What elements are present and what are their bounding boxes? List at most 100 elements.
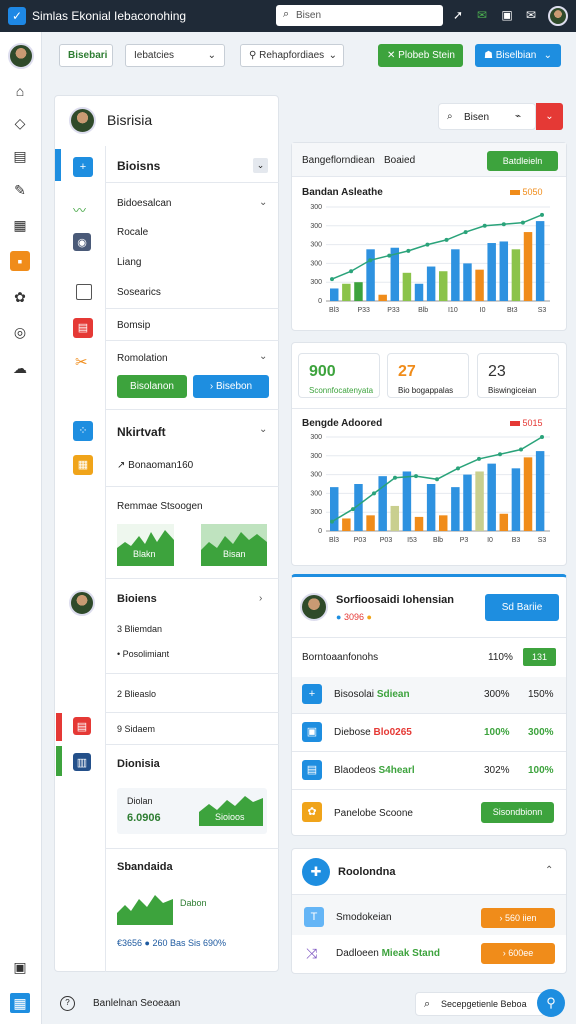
- calendar-icon[interactable]: ▦: [10, 215, 30, 235]
- chart-bar: [499, 513, 509, 531]
- s1-item-0[interactable]: Bidoesalcan: [117, 198, 171, 209]
- s1-item-3[interactable]: Sosearics: [117, 287, 161, 298]
- s4-item-0[interactable]: 3 Bliemdan: [117, 624, 162, 634]
- trend-point: [540, 212, 544, 217]
- chevron-down-icon[interactable]: ⌄: [259, 197, 267, 208]
- top-search-input[interactable]: ⌕ Bisen: [276, 5, 443, 26]
- bottom-row2-button[interactable]: › 600ee: [481, 943, 555, 964]
- layout-icon[interactable]: ▦: [10, 993, 30, 1013]
- link-icon: ⌁: [515, 111, 522, 122]
- left-panel: Bisrisia + 〰 ◉ ▤ ✂ ⁘ ▦ ▤ ▥ Bioisns ⌄ Bid…: [54, 95, 279, 972]
- chart-bar: [354, 282, 363, 301]
- tool-icon[interactable]: ✂: [75, 353, 88, 371]
- share-icon[interactable]: ➚: [450, 7, 466, 23]
- calendar-red-icon[interactable]: ▤: [73, 318, 93, 338]
- x-tick-label: P33: [357, 307, 370, 314]
- x-tick-label: I0: [480, 307, 486, 314]
- stat-value-2: 23: [488, 363, 506, 380]
- user-avatar[interactable]: [548, 6, 568, 26]
- x-tick-label: Blb: [433, 537, 443, 544]
- s1-item-4[interactable]: Bomsip: [117, 320, 150, 331]
- chevron-up-icon[interactable]: ⌃: [545, 865, 553, 876]
- app-logo-icon[interactable]: ✓: [8, 7, 26, 25]
- plobeb-stein-button[interactable]: ✕ Plobeb Stein: [378, 44, 463, 67]
- sidebar-avatar[interactable]: [8, 43, 34, 69]
- biselbian-button[interactable]: ☗ Biselbian ⌄: [475, 44, 561, 67]
- s3-item[interactable]: ↗ Bonaoman160: [117, 460, 193, 471]
- view-dropdown[interactable]: ⚲ Rehapfordiaes ⌄: [240, 44, 344, 67]
- trend-icon[interactable]: 〰: [73, 200, 86, 219]
- trend-point: [349, 269, 354, 274]
- row4-button[interactable]: Sisondbionn: [481, 802, 554, 823]
- s4-item-3[interactable]: 9 Sidaem: [117, 724, 155, 734]
- s4-item-2[interactable]: 2 Blieaslo: [117, 689, 156, 699]
- grid-icon[interactable]: ▦: [73, 455, 93, 475]
- chart-bar: [487, 463, 496, 531]
- edit-icon[interactable]: ✎: [10, 180, 30, 200]
- document-icon[interactable]: ▤: [10, 146, 30, 166]
- notifications-icon[interactable]: ✉: [523, 7, 539, 23]
- x-tick-label: Blb: [418, 307, 428, 314]
- location-fab-icon[interactable]: ⚲: [537, 989, 565, 1017]
- apps-icon[interactable]: ▣: [499, 7, 515, 23]
- profile-rating: ● 3096 ●: [336, 612, 372, 622]
- chart-bar: [439, 515, 448, 531]
- row2-a: 100%: [484, 727, 510, 738]
- chat-icon[interactable]: ✉: [474, 7, 490, 23]
- metric-card-sparkline: [199, 796, 263, 826]
- filter-dropdown[interactable]: Iebatcies ⌄: [125, 44, 225, 67]
- row2-label[interactable]: Diebose Blo0265: [334, 727, 412, 738]
- folder-icon[interactable]: ▪: [10, 251, 30, 271]
- chart-bar: [451, 249, 460, 301]
- red-marker: [56, 713, 62, 741]
- badge-icon: ●: [366, 612, 372, 622]
- chevron-down-icon: ⌄: [207, 50, 216, 61]
- chevron-down-icon[interactable]: ⌄: [259, 351, 267, 362]
- collapse-icon[interactable]: ⌄: [253, 158, 268, 173]
- panel-search-input[interactable]: ⌕ Bisen ⌁: [438, 103, 536, 130]
- row1-a: 300%: [484, 689, 510, 700]
- s1-item-2[interactable]: Liang: [117, 257, 141, 268]
- chart-bar: [330, 487, 339, 531]
- profile-row0-badge[interactable]: 131: [523, 648, 556, 666]
- s4-item-1[interactable]: • Posolimiant: [117, 649, 169, 659]
- image-icon[interactable]: ◉: [73, 233, 91, 251]
- chart-icon[interactable]: ▥: [73, 753, 91, 771]
- square-icon[interactable]: [76, 284, 92, 300]
- x-tick-label: Bt3: [507, 307, 518, 314]
- calendar-icon-2[interactable]: ▤: [73, 717, 91, 735]
- home-icon[interactable]: ⌂: [10, 81, 30, 101]
- sparkline-2: Bisan: [201, 524, 267, 566]
- profile-button[interactable]: Sd Bariie: [485, 594, 559, 621]
- help-icon[interactable]: ?: [60, 996, 75, 1011]
- bottom-row2-label-2: Mieak Stand: [381, 948, 440, 959]
- footer-search-placeholder: Secepgetienle Beboa: [441, 999, 527, 1009]
- bisebari-button[interactable]: Bisebari: [59, 44, 113, 67]
- plus-icon[interactable]: +: [73, 157, 93, 177]
- chevron-down-icon[interactable]: ⌄: [259, 424, 267, 435]
- chevron-right-icon[interactable]: ›: [259, 593, 262, 604]
- chart-bar: [475, 269, 484, 301]
- row3-label[interactable]: Blaodeos S4hearl: [334, 765, 415, 776]
- row1-b: 150%: [528, 689, 554, 700]
- network-icon[interactable]: ⁘: [73, 421, 93, 441]
- contact-avatar[interactable]: [69, 590, 95, 616]
- x-tick-label: S3: [538, 537, 547, 544]
- target-icon[interactable]: ◎: [10, 322, 30, 342]
- row3-label-text: Blaodeos: [334, 765, 376, 776]
- bisebon-button[interactable]: › Bisebon: [193, 375, 269, 398]
- section6-stats: €3656 ● 260 Bas Sis 690%: [117, 938, 227, 948]
- bisolanon-button[interactable]: Bisolanon: [117, 375, 187, 398]
- chart-bar: [511, 249, 521, 301]
- settings-icon[interactable]: ✿: [10, 287, 30, 307]
- chart1-header-button[interactable]: Batdleieln: [487, 151, 558, 171]
- cloud-icon[interactable]: ☁: [10, 358, 30, 378]
- dropdown-toggle-button[interactable]: ⌄: [536, 103, 563, 130]
- trend-point: [456, 466, 460, 471]
- s1-item-1[interactable]: Rocale: [117, 227, 148, 238]
- footer-search-input[interactable]: ⌕ Secepgetienle Beboa: [415, 992, 545, 1016]
- location-icon[interactable]: ◇: [10, 113, 30, 133]
- inbox-icon[interactable]: ▣: [10, 957, 30, 977]
- bottom-row1-button[interactable]: › 560 iien: [481, 908, 555, 928]
- panel-title: Bisrisia: [107, 112, 153, 128]
